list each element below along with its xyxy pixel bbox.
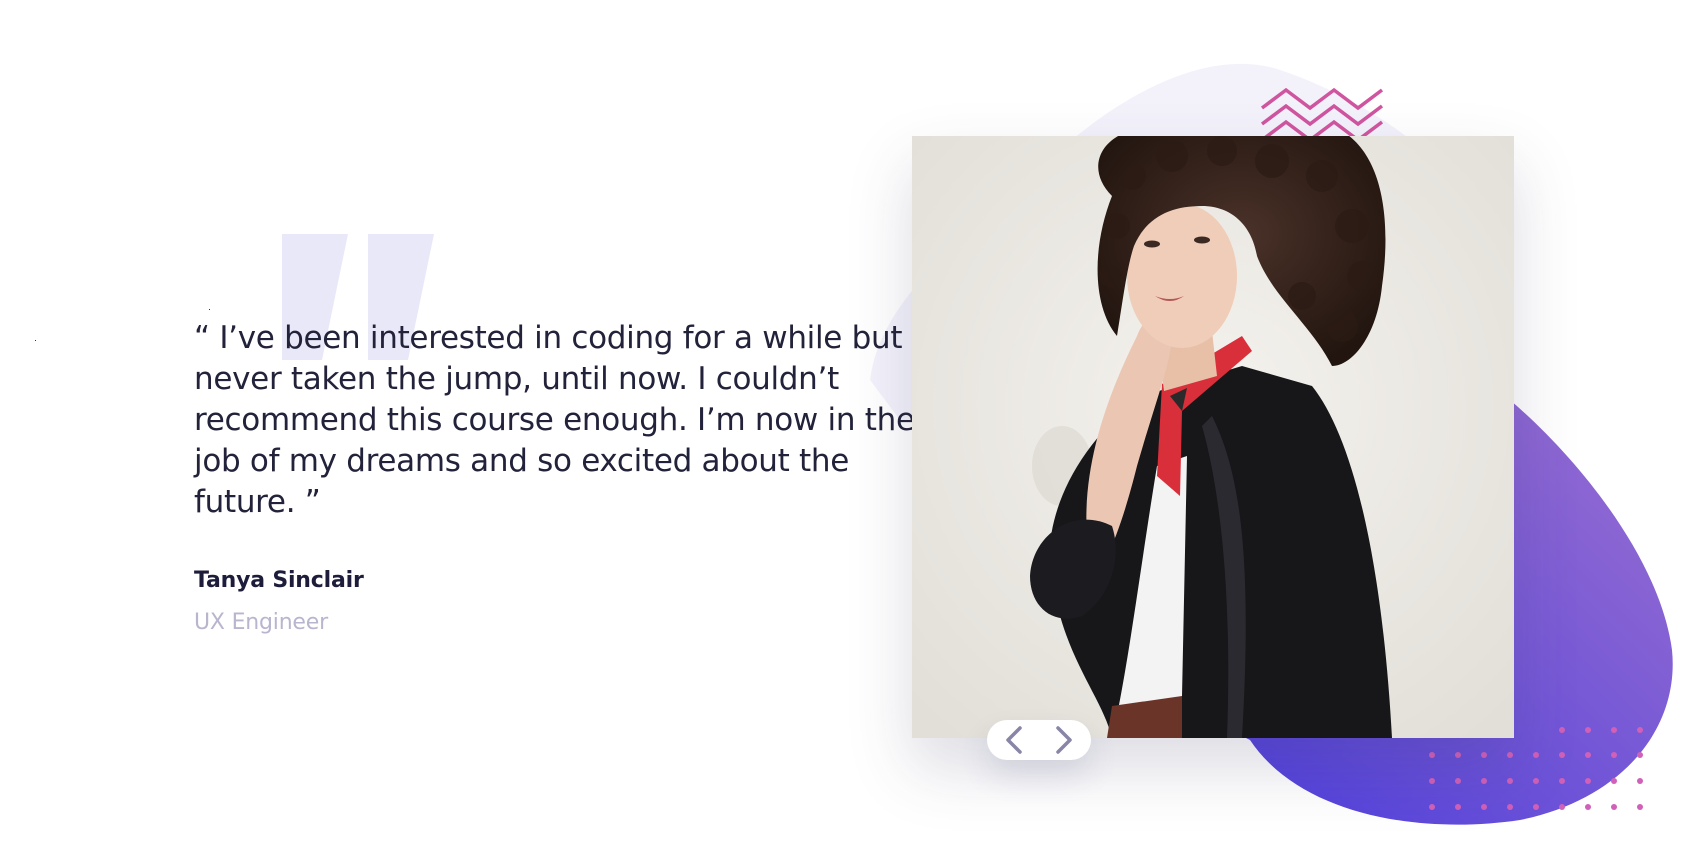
stray-dot <box>209 309 210 310</box>
slider-controls <box>987 720 1091 760</box>
author-name: Tanya Sinclair <box>194 568 364 593</box>
prev-button[interactable] <box>997 723 1031 757</box>
chevron-left-icon <box>1006 726 1022 754</box>
author-role: UX Engineer <box>194 610 328 635</box>
portrait-photo-icon <box>912 136 1514 738</box>
testimonial-section: “ I’ve been interested in coding for a w… <box>0 0 1700 850</box>
next-button[interactable] <box>1047 723 1081 757</box>
stray-dot <box>35 340 36 341</box>
testimonial-photo <box>912 136 1514 738</box>
chevron-right-icon <box>1056 726 1072 754</box>
testimonial-quote: “ I’ve been interested in coding for a w… <box>194 320 915 520</box>
